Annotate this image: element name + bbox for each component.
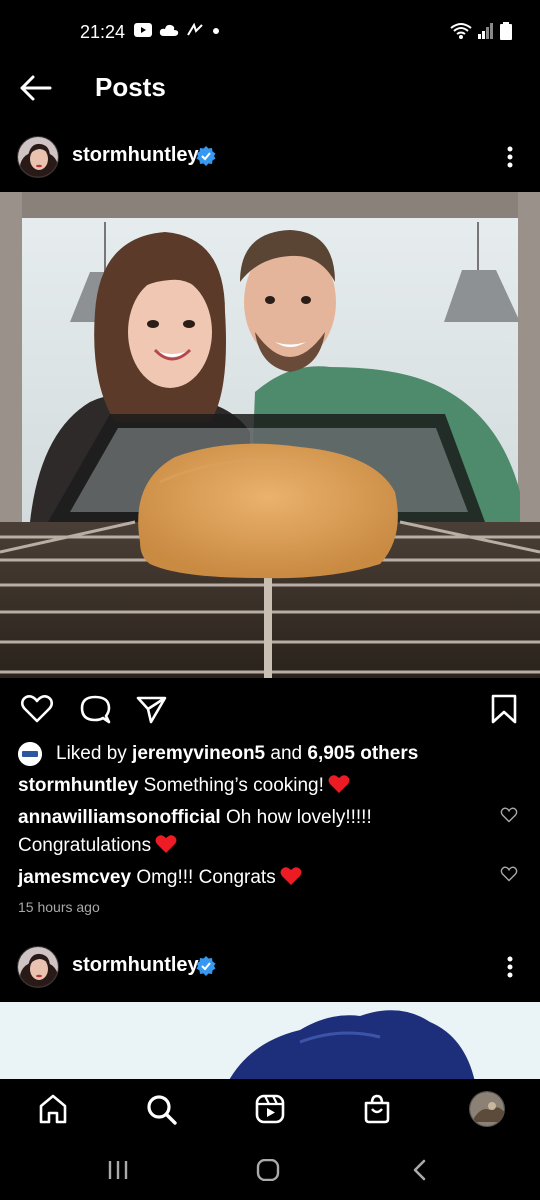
- more-options-button[interactable]: [498, 140, 522, 174]
- nav-home-button[interactable]: [36, 1092, 70, 1126]
- heart-outline-icon: [500, 807, 518, 823]
- home-icon: [39, 1094, 67, 1124]
- heart-outline-icon: [500, 866, 518, 882]
- home-circle-icon: [256, 1158, 280, 1182]
- status-bar: 21:24: [0, 0, 540, 66]
- nav-profile-button[interactable]: [469, 1091, 505, 1127]
- share-button[interactable]: [134, 692, 168, 726]
- post-header: stormhuntley: [0, 128, 540, 188]
- status-time: 21:24: [80, 22, 126, 42]
- youtube-icon: [134, 23, 152, 37]
- liker-avatar: [18, 742, 42, 766]
- more-options-button[interactable]: [498, 950, 522, 984]
- caption-text: Something’s cooking!: [138, 775, 324, 796]
- likes-others-count[interactable]: 6,905 others: [307, 743, 418, 764]
- profile-avatar: [470, 1092, 504, 1126]
- oven-photo-illustration: [0, 192, 540, 678]
- comment-button[interactable]: [78, 692, 112, 726]
- comment-text: Omg!!! Congrats: [131, 867, 276, 888]
- back-arrow-icon: [20, 75, 52, 101]
- search-icon: [147, 1095, 177, 1125]
- bottom-navigation: [0, 1079, 540, 1141]
- comment-item: jamesmcvey Omg!!! Congrats: [18, 864, 488, 892]
- comment-username[interactable]: annawilliamsonofficial: [18, 807, 221, 828]
- heart-outline-icon: [20, 695, 54, 723]
- post-action-bar: [0, 690, 540, 730]
- signal-icon: [478, 23, 493, 39]
- page-title: Posts: [95, 72, 166, 102]
- more-vertical-icon: [507, 146, 513, 168]
- dot-icon: [213, 28, 219, 34]
- likes-middle: and: [265, 743, 308, 764]
- system-navigation-bar: [0, 1141, 540, 1200]
- bookmark-icon: [491, 694, 517, 724]
- liked-by-username[interactable]: jeremyvineon5: [132, 743, 265, 764]
- wifi-icon: [450, 23, 472, 39]
- nav-shop-button[interactable]: [360, 1092, 394, 1126]
- post-username[interactable]: stormhuntley: [72, 144, 199, 167]
- red-heart-emoji-icon: [280, 867, 302, 885]
- avatar[interactable]: [17, 946, 59, 988]
- chevron-left-icon: [413, 1159, 426, 1181]
- illustration-image: [0, 1002, 540, 1082]
- likes-summary[interactable]: Liked by jeremyvineon5 and 6,905 others: [18, 741, 518, 767]
- comment-like-button[interactable]: [500, 806, 518, 824]
- more-vertical-icon: [507, 956, 513, 978]
- send-icon: [136, 696, 167, 724]
- save-button[interactable]: [487, 692, 521, 726]
- post-header: stormhuntley: [0, 938, 540, 998]
- top-header: Posts: [0, 66, 540, 110]
- cloud-icon: [159, 24, 179, 36]
- comment-icon: [80, 695, 111, 724]
- verified-badge-icon: [196, 146, 216, 166]
- status-system-icons: [450, 22, 512, 40]
- comment-like-button[interactable]: [500, 865, 518, 883]
- avatar-image: [18, 947, 58, 987]
- nav-reels-button[interactable]: [253, 1092, 287, 1126]
- likes-prefix: Liked by: [56, 743, 133, 764]
- system-back-button[interactable]: [410, 1159, 430, 1186]
- post-username[interactable]: stormhuntley: [72, 954, 199, 977]
- red-heart-emoji-icon: [328, 775, 350, 793]
- reels-icon: [255, 1094, 285, 1124]
- avatar-image: [18, 137, 58, 177]
- comment-username[interactable]: jamesmcvey: [18, 867, 131, 888]
- recent-apps-icon: [108, 1161, 128, 1179]
- home-system-button[interactable]: [256, 1158, 280, 1186]
- shop-bag-icon: [364, 1094, 390, 1124]
- avatar[interactable]: [17, 136, 59, 178]
- likes-text: Liked by jeremyvineon5 and 6,905 others: [56, 743, 418, 765]
- post-photo[interactable]: [0, 1002, 540, 1082]
- back-button[interactable]: [18, 74, 54, 102]
- jeremy-vine-logo: [18, 742, 42, 766]
- like-button[interactable]: [20, 692, 54, 726]
- verified-badge-icon: [196, 956, 216, 976]
- caption-username[interactable]: stormhuntley: [18, 775, 138, 796]
- recent-apps-button[interactable]: [106, 1159, 130, 1186]
- post-caption: stormhuntley Something’s cooking!: [18, 772, 488, 800]
- battery-icon: [500, 22, 512, 40]
- status-notification-icons: [134, 23, 221, 37]
- post-timestamp: 15 hours ago: [18, 899, 100, 915]
- post-photo[interactable]: [0, 192, 540, 678]
- wave-icon: [187, 23, 203, 36]
- red-heart-emoji-icon: [155, 835, 177, 853]
- nav-search-button[interactable]: [144, 1092, 178, 1126]
- comment-item: annawilliamsonofficial Oh how lovely!!!!…: [18, 804, 488, 860]
